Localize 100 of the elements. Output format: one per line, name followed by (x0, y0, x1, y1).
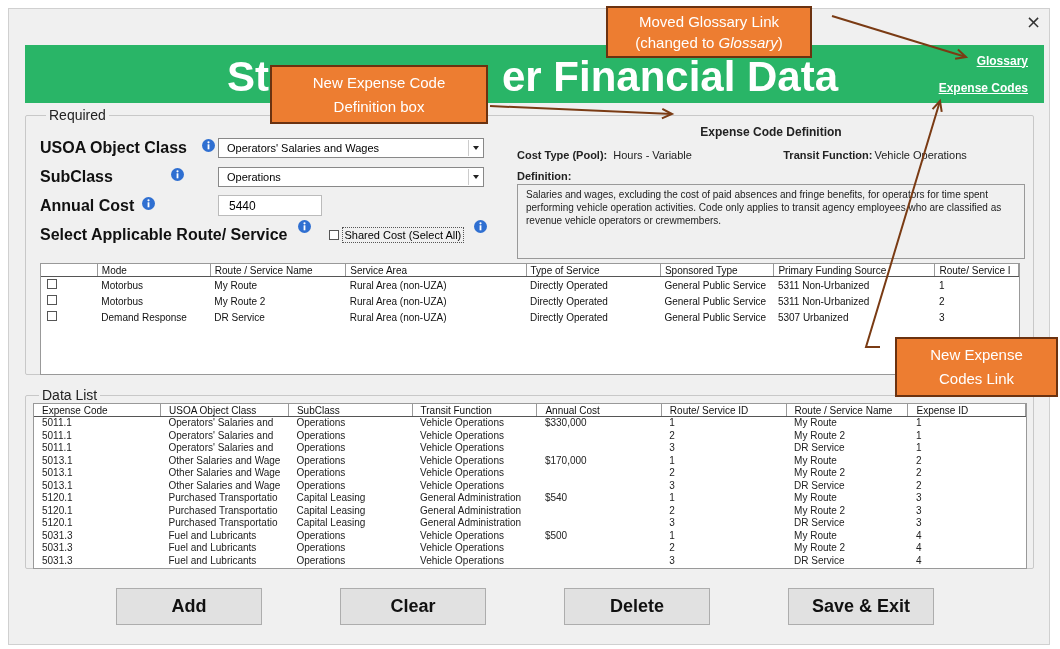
checkbox[interactable] (328, 229, 339, 240)
dropdown-field[interactable]: Operations (218, 166, 484, 187)
table-cell: Vehicle Operations (420, 479, 504, 491)
table-cell: My Route (794, 454, 837, 466)
table-cell: Capital Leasing (296, 517, 366, 529)
table-cell: 5120.1 (42, 517, 73, 529)
table-cell: Operations (296, 554, 346, 566)
table-cell: Fuel and Lubricants (168, 554, 257, 566)
checkbox-label[interactable]: Shared Cost (Select All) (341, 226, 465, 243)
callout-note: New Expense Codes Link (895, 337, 1058, 397)
checkbox[interactable] (47, 279, 57, 289)
column-header: Route/ Service ID (661, 404, 787, 417)
table-cell: Other Salaries and Wage (168, 467, 281, 479)
action-button[interactable]: Save & Exit (788, 588, 934, 625)
page-title: St (226, 53, 269, 101)
table-cell: My Route 2 (794, 542, 846, 554)
table-cell: $540 (544, 492, 568, 504)
table-cell: Fuel and Lubricants (168, 529, 257, 541)
table-cell: Directly Operated (526, 276, 661, 293)
action-button[interactable]: Add (116, 588, 262, 625)
table-cell: 2 (669, 542, 675, 554)
column-header: Mode (97, 264, 211, 277)
table-cell: My Route (794, 417, 837, 429)
table-cell: Vehicle Operations (420, 554, 504, 566)
table-cell-text: 5311 Non-Urbanized (776, 294, 871, 309)
table-cell-text: Motorbus (100, 294, 144, 309)
field-value: Hours - Variable (613, 149, 693, 161)
table-cell: DR Service (794, 517, 845, 529)
table-cell: Vehicle Operations (420, 529, 504, 541)
field-label: Transit Function: (783, 149, 873, 161)
table-cell: 2 (915, 454, 922, 466)
callout-note: Moved Glossary Link (changed to Glossary) (606, 6, 812, 58)
table-cell-text: General Public Service (663, 294, 768, 309)
column-header: Annual Cost (536, 404, 662, 417)
checkbox[interactable] (47, 311, 57, 321)
column-header: Expense ID (907, 404, 1026, 417)
table-cell: Capital Leasing (296, 492, 366, 504)
action-button[interactable]: Clear (340, 588, 486, 625)
field-label: USOA Object Class (40, 138, 187, 157)
table-cell: Other Salaries and Wage (168, 479, 281, 491)
table-cell-text: My Route 2 (213, 294, 267, 309)
info-icon[interactable] (474, 220, 488, 233)
table-cell: 3 (669, 554, 675, 566)
table-cell: 1 (934, 276, 1019, 293)
table-cell: 1 (915, 442, 922, 454)
table-cell-text: 5307 Urbanized (776, 310, 850, 325)
table-cell: 1 (669, 529, 675, 541)
input-field[interactable]: 5440 (218, 195, 322, 216)
table-cell: General Administration (420, 517, 522, 529)
field-label: Cost Type (Pool): (517, 149, 608, 161)
table-cell-text: 3 (937, 310, 946, 325)
column-header: Expense Code (34, 404, 161, 417)
table-cell: $330,000 (544, 417, 587, 429)
table-cell: Other Salaries and Wage (168, 454, 281, 466)
table-cell: Operators' Salaries and (168, 417, 274, 429)
table-cell: Vehicle Operations (420, 429, 504, 441)
info-icon[interactable] (170, 167, 184, 181)
table-cell: Purchased Transportatio (168, 517, 278, 529)
table-cell: DR Service (794, 479, 845, 491)
callout-note: New Expense Code Definition box (270, 65, 488, 124)
table-cell: Fuel and Lubricants (168, 542, 257, 554)
column-header: Route / Service Name (786, 404, 908, 417)
table-cell: 5031.3 (42, 529, 73, 541)
field-label: SubClass (40, 167, 113, 186)
table-cell: 4 (915, 542, 922, 554)
info-icon[interactable] (202, 138, 215, 152)
table-cell: Operators' Salaries and (168, 429, 274, 441)
table-cell: Vehicle Operations (420, 454, 504, 466)
info-icon[interactable] (142, 196, 156, 210)
table-cell: 5013.1 (42, 467, 73, 479)
dropdown-field[interactable]: Operators' Salaries and Wages (218, 137, 484, 158)
table-cell: DR Service (794, 442, 845, 454)
table-cell: 2 (669, 504, 675, 516)
table-cell: My Route 2 (794, 429, 846, 441)
table-cell: Capital Leasing (296, 504, 366, 516)
table-cell: 2 (669, 429, 675, 441)
column-header: Primary Funding Source (773, 264, 935, 277)
table-cell: Operations (296, 529, 346, 541)
action-button[interactable]: Delete (564, 588, 710, 625)
checkbox[interactable] (47, 295, 57, 305)
table-cell: 3 (915, 492, 922, 504)
table-cell: 3 (915, 517, 922, 529)
table-cell: General Administration (420, 492, 522, 504)
column-header: USOA Object Class (160, 404, 289, 417)
table-cell: 5011.1 (42, 417, 72, 429)
table-cell: My Route 2 (794, 467, 846, 479)
column-header: Sponsored Type (660, 264, 774, 277)
table-cell: $170,000 (544, 454, 587, 466)
table-cell: 2 (669, 467, 675, 479)
table-cell: DR Service (794, 554, 845, 566)
table-cell-text: Rural Area (non-UZA) (348, 294, 448, 309)
table-cell: Operations (296, 479, 346, 491)
table-cell-text: Directly Operated (529, 294, 609, 309)
table-cell: 5120.1 (42, 492, 73, 504)
table-cell: Rural Area (non-UZA) (345, 276, 527, 293)
close-button[interactable]: × (1017, 11, 1049, 33)
info-icon[interactable] (297, 220, 311, 233)
table-cell: General Administration (420, 504, 522, 516)
table-cell: 5120.1 (42, 504, 73, 516)
table-cell: 3 (915, 504, 922, 516)
